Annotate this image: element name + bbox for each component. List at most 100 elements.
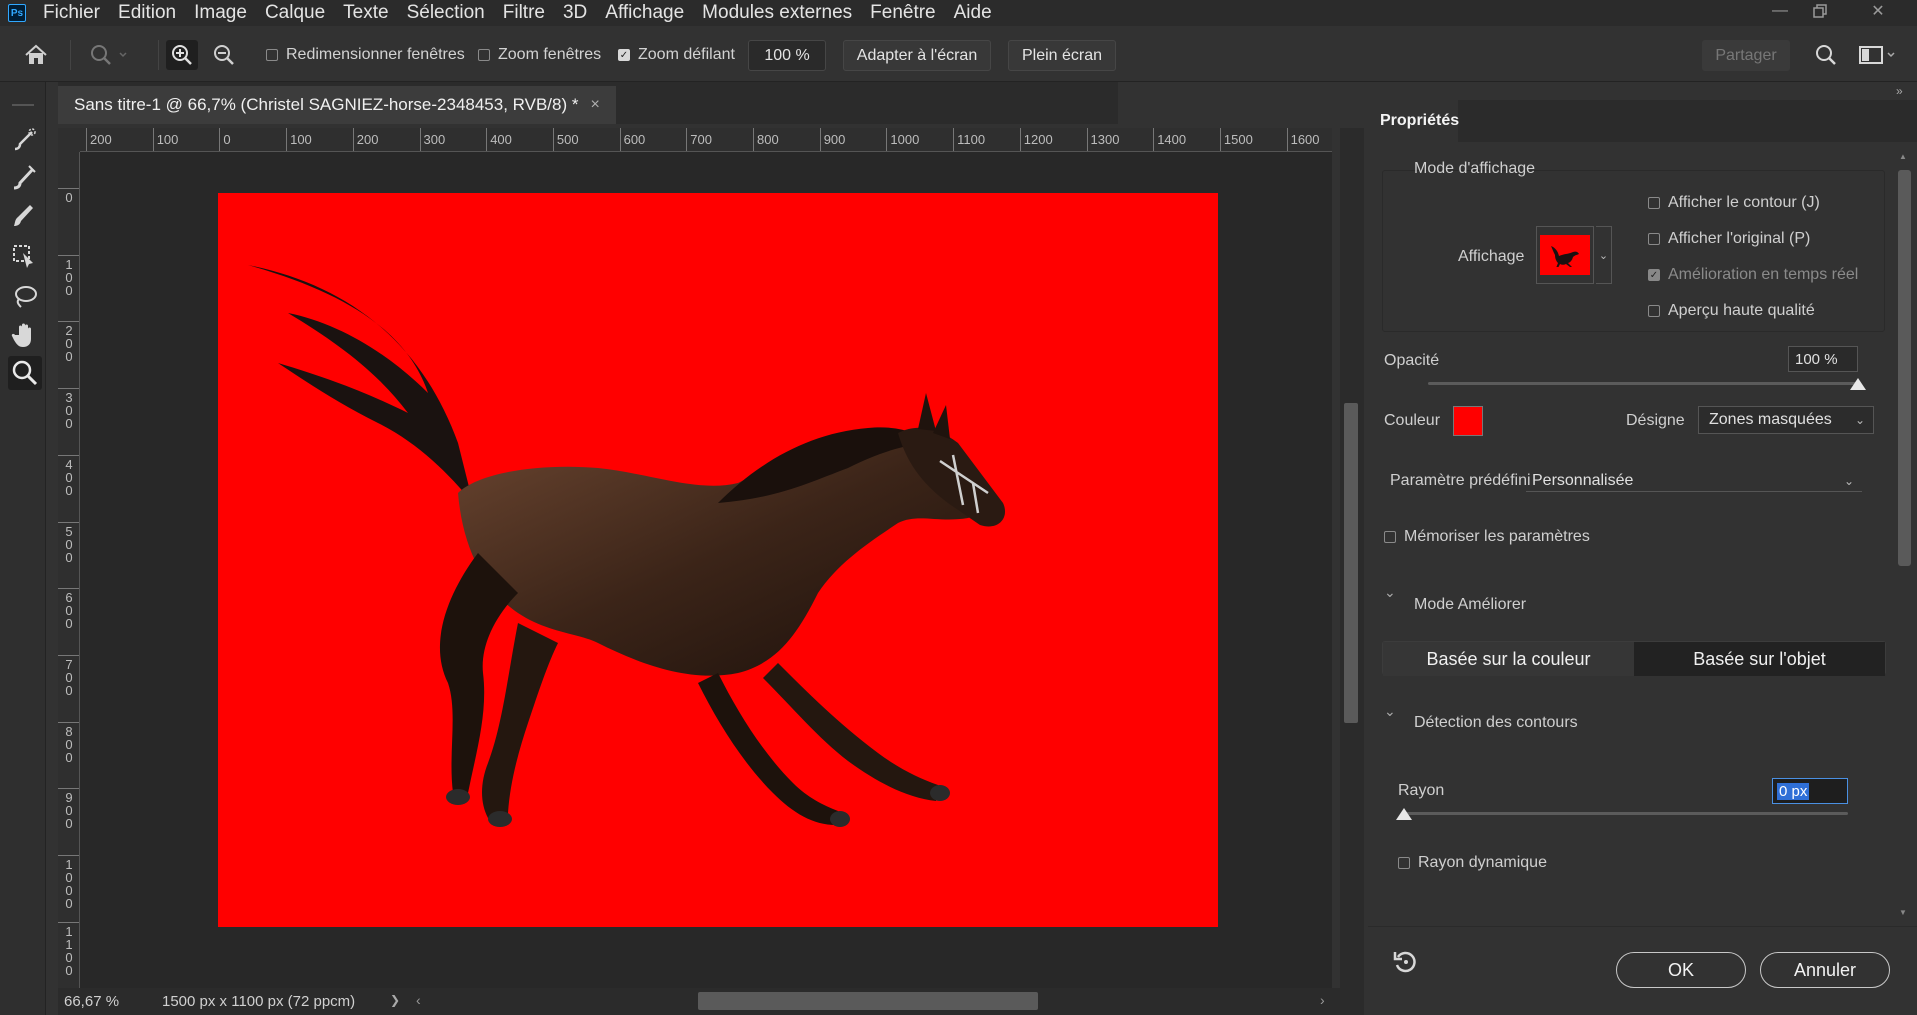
menu-modules-externes[interactable]: Modules externes [693,0,861,26]
menu-calque[interactable]: Calque [256,0,334,26]
document-tab[interactable]: Sans titre-1 @ 66,7% (Christel SAGNIEZ-h… [58,86,616,124]
zoom-in-icon[interactable] [166,40,198,70]
ruler-tick-label: 800 [753,128,779,151]
quick-selection-brush-icon[interactable] [8,122,42,156]
indicates-dropdown[interactable]: Zones masquées ⌄ [1698,406,1874,434]
menu-fichier[interactable]: Fichier [34,0,109,26]
resize-windows-checkbox[interactable]: Redimensionner fenêtres [266,40,465,70]
fit-screen-button[interactable]: Adapter à l'écran [843,40,991,71]
properties-panel: Propriétés Mode d'affichage Affichage ⌄ … [1368,100,1917,1015]
vertical-ruler[interactable]: 0 1 0 0 2 0 0 3 0 0 4 0 0 5 0 0 6 0 0 7 0 0 8 0 … [58,152,80,988]
show-original-checkbox[interactable]: Afficher l'original (P) [1648,230,1810,248]
menu-texte[interactable]: Texte [334,0,397,26]
scrubby-zoom-label: Zoom défilant [638,46,735,63]
zoom-value-field[interactable]: 100 % [748,40,826,71]
ruler-tick-label: 5 0 0 [58,521,79,564]
object-selection-icon[interactable] [8,240,42,274]
remember-settings-checkbox[interactable]: Mémoriser les paramètres [1384,528,1590,546]
radius-slider-thumb[interactable] [1396,808,1412,820]
checkbox-icon[interactable] [1384,531,1396,543]
menu-aide[interactable]: Aide [945,0,1001,26]
menu-filtre[interactable]: Filtre [494,0,554,26]
checkmark-icon[interactable]: ✓ [1648,269,1660,281]
preset-dropdown[interactable]: Personnalisée ⌄ [1526,470,1862,492]
menu-image[interactable]: Image [185,0,256,26]
horizontal-scroll-thumb[interactable] [698,992,1038,1010]
color-aware-button[interactable]: Basée sur la couleur [1383,642,1634,676]
document-size: 1500 px x 1100 px (72 ppcm) [162,993,356,1010]
restore-icon[interactable] [1800,0,1840,22]
refine-edge-brush-icon[interactable] [8,160,42,194]
menu-edition[interactable]: Edition [109,0,185,26]
share-button[interactable]: Partager [1702,40,1790,71]
radius-slider-track[interactable] [1404,812,1848,815]
checkbox-icon[interactable] [478,49,490,61]
hq-preview-checkbox[interactable]: Aperçu haute qualité [1648,302,1815,320]
view-mode-thumbnail[interactable] [1536,226,1594,284]
panel-scrollbar[interactable]: ▲ ▼ [1896,152,1913,922]
opacity-input[interactable]: 100 % [1788,346,1858,372]
ruler-tick-label: 8 0 0 [58,721,79,764]
refine-mode-label[interactable]: Mode Améliorer [1414,596,1526,614]
search-icon[interactable] [1814,40,1838,70]
ruler-tick-label: 3 0 0 [58,388,79,430]
minimize-icon[interactable]: — [1760,0,1800,22]
vertical-scrollbar[interactable] [1340,128,1364,988]
view-mode-dropdown-icon[interactable]: ⌄ [1596,226,1612,284]
scroll-up-icon[interactable]: ▲ [1899,152,1907,161]
zoom-level[interactable]: 66,67 % [64,993,119,1010]
vertical-scroll-thumb[interactable] [1344,403,1358,723]
collapse-panels-icon[interactable]: » [1896,84,1903,98]
panel-scroll-thumb[interactable] [1898,170,1911,566]
zoom-out-icon[interactable] [212,40,236,70]
scroll-down-icon[interactable]: ▼ [1899,908,1907,917]
smart-radius-checkbox[interactable]: Rayon dynamique [1398,854,1547,872]
show-edge-checkbox[interactable]: Afficher le contour (J) [1648,194,1820,212]
scrubby-zoom-checkbox[interactable]: ✓ Zoom défilant [618,40,735,70]
checkbox-icon[interactable] [1398,857,1410,869]
horse-thumbnail-icon [1540,235,1590,275]
zoom-tool-preset-icon[interactable] [88,40,128,70]
radius-input[interactable]: 0 px [1772,778,1848,804]
ruler-origin[interactable] [58,128,80,152]
checkmark-icon[interactable]: ✓ [618,49,630,61]
workspace-icon[interactable] [1858,40,1898,70]
horizontal-ruler[interactable]: 200 100 0 100 200 300 400 500 600 700 800 900 1000 11… [80,128,1332,152]
close-window-icon[interactable]: ✕ [1858,0,1898,22]
color-label: Couleur [1384,412,1441,429]
zoom-windows-checkbox[interactable]: Zoom fenêtres [478,40,601,70]
home-icon[interactable] [24,40,48,70]
ruler-tick-label: 0 [219,128,231,151]
menu-affichage[interactable]: Affichage [596,0,693,26]
checkbox-icon[interactable] [1648,305,1660,317]
color-swatch[interactable] [1453,406,1483,436]
reset-icon[interactable] [1392,948,1418,978]
menu-fenetre[interactable]: Fenêtre [861,0,944,26]
zoom-icon[interactable] [8,356,42,390]
opacity-slider-thumb[interactable] [1850,378,1866,390]
checkbox-icon[interactable] [266,49,278,61]
ok-button[interactable]: OK [1616,952,1746,988]
realtime-refinement-checkbox[interactable]: ✓ Amélioration en temps réel [1648,266,1858,284]
object-aware-button[interactable]: Basée sur l'objet [1634,642,1885,676]
opacity-slider-track[interactable] [1428,382,1858,385]
edge-detection-label[interactable]: Détection des contours [1414,714,1578,732]
scroll-right-icon[interactable]: › [1320,992,1325,1008]
menu-selection[interactable]: Sélection [398,0,494,26]
scroll-left-icon[interactable]: ‹ [416,992,421,1008]
properties-tab[interactable]: Propriétés [1368,100,1459,142]
hand-icon[interactable] [8,318,42,352]
chevron-down-icon[interactable]: ⌄ [1384,703,1396,720]
checkbox-icon[interactable] [1648,233,1660,245]
status-menu-arrow[interactable]: ❯ [390,993,400,1007]
full-screen-button[interactable]: Plein écran [1008,40,1116,71]
ruler-tick-label: 7 0 0 [58,654,79,697]
brush-icon[interactable] [8,198,42,232]
lasso-icon[interactable] [8,280,42,314]
chevron-down-icon[interactable]: ⌄ [1384,584,1396,601]
checkbox-icon[interactable] [1648,197,1660,209]
document-image[interactable] [218,193,1218,927]
menu-3d[interactable]: 3D [554,0,596,26]
close-tab-icon[interactable]: × [591,96,600,114]
cancel-button[interactable]: Annuler [1760,952,1890,988]
